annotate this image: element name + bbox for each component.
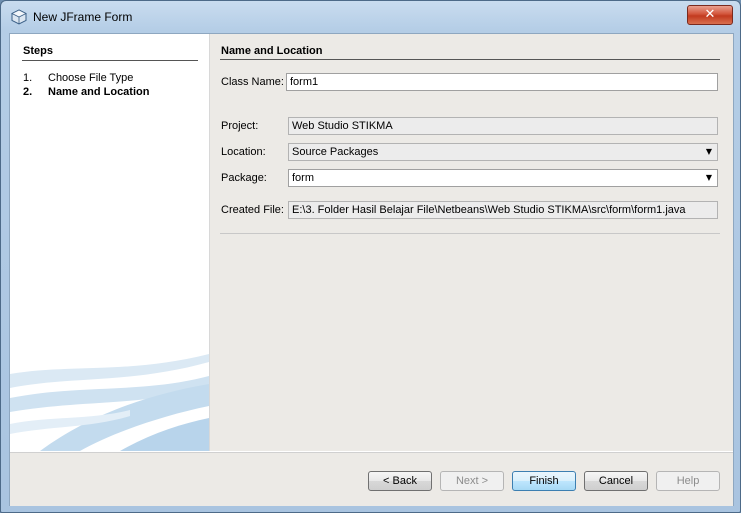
- step-label: Name and Location: [48, 86, 150, 98]
- class-name-field[interactable]: form1: [286, 73, 718, 91]
- step-number: 2.: [23, 86, 33, 98]
- decorative-swoosh-graphic: [10, 354, 209, 451]
- dialog-window: New JFrame Form ✕ Steps 1. Choose File Ty…: [0, 0, 741, 513]
- class-name-label: Class Name:: [221, 76, 284, 88]
- step-choose-file-type: 1. Choose File Type: [23, 72, 133, 84]
- panel-bottom-divider: [220, 233, 720, 234]
- close-icon: ✕: [704, 7, 716, 22]
- steps-divider: [22, 60, 198, 61]
- close-button[interactable]: ✕: [687, 5, 733, 25]
- location-label: Location:: [221, 146, 266, 158]
- created-file-label: Created File:: [221, 204, 284, 216]
- chevron-down-icon[interactable]: ▼: [701, 170, 717, 186]
- package-value: form: [292, 172, 314, 184]
- help-button[interactable]: Help: [656, 471, 720, 491]
- panel-title: Name and Location: [221, 45, 323, 57]
- created-file-field: E:\3. Folder Hasil Belajar File\Netbeans…: [288, 201, 718, 219]
- next-button[interactable]: Next >: [440, 471, 504, 491]
- panel-divider: [220, 59, 720, 60]
- finish-button[interactable]: Finish: [512, 471, 576, 491]
- window-title: New JFrame Form: [33, 10, 133, 24]
- step-number: 1.: [23, 72, 33, 84]
- back-button[interactable]: < Back: [368, 471, 432, 491]
- project-label: Project:: [221, 120, 259, 132]
- package-combo[interactable]: form ▼: [288, 169, 718, 187]
- name-location-panel: Name and Location Class Name: form1 Proj…: [210, 34, 733, 451]
- cancel-button[interactable]: Cancel: [584, 471, 648, 491]
- step-name-and-location: 2. Name and Location: [23, 86, 149, 98]
- netbeans-cube-icon: [11, 9, 27, 25]
- project-field: Web Studio STIKMA: [288, 117, 718, 135]
- button-bar: < Back Next > Finish Cancel Help: [10, 452, 733, 506]
- location-value: Source Packages: [292, 146, 379, 158]
- steps-title: Steps: [23, 45, 53, 57]
- steps-panel: Steps 1. Choose File Type 2. Name and Loca…: [10, 34, 210, 451]
- chevron-down-icon[interactable]: ▼: [701, 144, 717, 160]
- package-label: Package:: [221, 172, 267, 184]
- location-combo[interactable]: Source Packages ▼: [288, 143, 718, 161]
- step-label: Choose File Type: [48, 72, 134, 84]
- title-bar[interactable]: New JFrame Form ✕: [1, 1, 740, 33]
- dialog-content: Steps 1. Choose File Type 2. Name and Loca…: [9, 33, 734, 506]
